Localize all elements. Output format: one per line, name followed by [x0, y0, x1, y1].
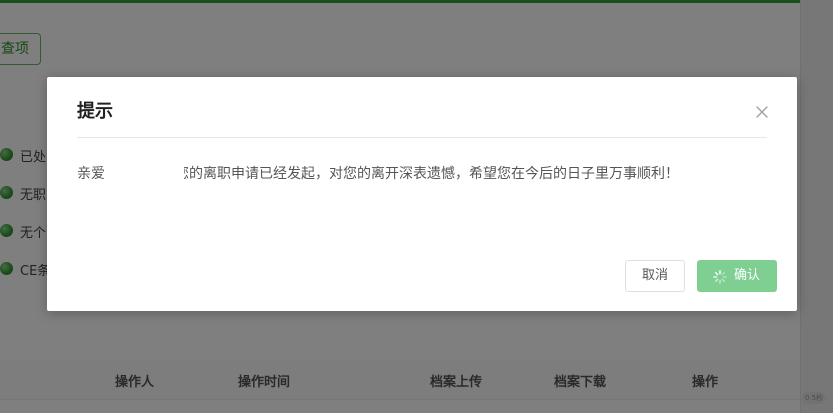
close-icon[interactable]	[753, 103, 771, 121]
redaction-patch	[104, 159, 184, 183]
cancel-button[interactable]: 取消	[625, 260, 685, 292]
confirm-button-label: 确认	[734, 268, 761, 283]
dialog-divider	[77, 137, 767, 138]
confirm-dialog: 提示 亲爱的小伙伴，您的离职申请已经发起，对您的离开深表遗憾，希望您在今后的日子…	[47, 77, 797, 311]
loading-spinner-icon	[713, 270, 727, 284]
dialog-title: 提示	[77, 101, 113, 122]
confirm-button[interactable]: 确认	[697, 260, 777, 292]
